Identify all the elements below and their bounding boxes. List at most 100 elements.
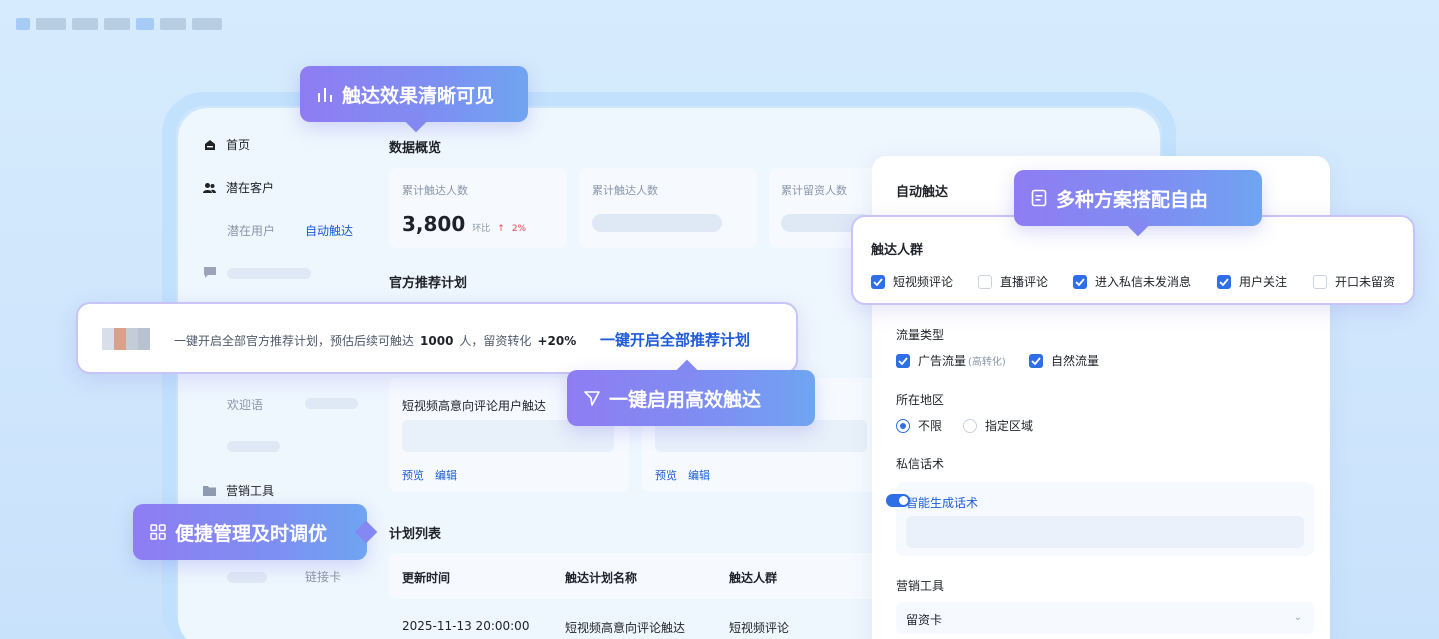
enable-all-plans-button[interactable]: 一键开启全部推荐计划: [600, 329, 750, 350]
checkbox-checked-icon: [1073, 274, 1087, 289]
banner-text-mid: 人，留资转化: [459, 334, 532, 348]
sidebar-item-home[interactable]: 首页: [203, 136, 250, 153]
traffic-type-label: 流量类型: [896, 328, 945, 342]
checkbox-ad-traffic[interactable]: 广告流量 (高转化): [896, 352, 1006, 369]
placeholder-bar: [227, 441, 280, 452]
callout-manage: 便捷管理及时调优: [133, 504, 378, 560]
table-cell: 短视频评论: [729, 621, 790, 635]
edit-link[interactable]: 编辑: [688, 467, 710, 483]
callout-enable: 一键启用高效触达: [567, 359, 815, 426]
brand-logo-blurred: [16, 10, 246, 38]
chevron-down-icon: ⌄: [1293, 612, 1302, 623]
callout-text: 便捷管理及时调优: [175, 522, 328, 545]
script-label: 私信话术: [896, 457, 945, 471]
checkbox-unchecked-icon: [1313, 274, 1327, 289]
table-cell: 2025-11-13 20:00:00: [402, 619, 530, 633]
column-header: 触达人群: [729, 571, 778, 585]
plan-card-title: 短视频高意向评论用户触达: [402, 399, 547, 413]
users-icon: [203, 181, 216, 194]
stat-card-reach-2: 累计触达人数: [579, 168, 757, 248]
sidebar-sub-linkcard[interactable]: 链接卡: [305, 568, 341, 585]
send-icon: [584, 391, 600, 406]
checkbox-checked-icon: [1217, 274, 1231, 289]
stat-card-title: 累计留资人数: [781, 184, 847, 197]
radio-specific-region[interactable]: 指定区域: [963, 417, 1033, 434]
checkbox-no-lead[interactable]: 开口未留资: [1313, 273, 1395, 290]
checkbox-label: 自然流量: [1051, 354, 1100, 368]
checkbox-live-comment[interactable]: 直播评论: [978, 273, 1048, 290]
preview-link[interactable]: 预览: [655, 467, 677, 483]
checkbox-short-video-comment[interactable]: 短视频评论: [871, 273, 953, 290]
banner-conversion: +20%: [537, 334, 577, 348]
checkbox-dm-no-message[interactable]: 进入私信未发消息: [1073, 273, 1191, 290]
checkbox-label: 短视频评论: [893, 275, 954, 289]
column-header: 触达计划名称: [565, 571, 638, 585]
radio-label: 不限: [918, 419, 943, 433]
sidebar-sub-auto-reach[interactable]: 自动触达: [305, 222, 353, 239]
trend-up-icon: ↑: [497, 224, 505, 234]
column-header: 更新时间: [402, 571, 451, 585]
radio-unselected-icon: [963, 418, 977, 433]
stat-value: 3,800: [402, 212, 466, 236]
placeholder-bar: [227, 572, 267, 583]
table-row[interactable]: 2025-11-13 20:00:00 短视频高意向评论触达 短视频评论: [389, 610, 879, 639]
sidebar-sub-potential-users[interactable]: 潜在用户: [227, 222, 275, 239]
stat-card-reach: 累计触达人数 3,800 环比 ↑ 2%: [389, 168, 567, 248]
checkbox-checked-icon: [896, 353, 910, 368]
panel-title: 自动触达: [896, 185, 949, 200]
checkbox-note: (高转化): [968, 357, 1006, 368]
avatar-blurred: [102, 328, 162, 350]
placeholder-bar: [305, 398, 358, 409]
preview-link[interactable]: 预览: [402, 467, 424, 483]
checkbox-natural-traffic[interactable]: 自然流量: [1029, 352, 1099, 369]
message-icon: [204, 267, 216, 281]
table-header: 更新时间 触达计划名称 触达人群: [389, 553, 879, 599]
sidebar-sub-welcome[interactable]: 欢迎语: [227, 396, 263, 413]
banner-text: 一键开启全部官方推荐计划，预估后续可触达: [174, 334, 415, 348]
table-cell: 短视频高意向评论触达: [565, 621, 686, 635]
stat-card-title: 累计触达人数: [402, 184, 468, 197]
callout-effect: 触达效果清晰可见: [300, 66, 528, 133]
checkbox-label: 用户关注: [1239, 275, 1288, 289]
banner-reach-count: 1000: [420, 334, 454, 348]
sidebar-item-customers[interactable]: 潜在客户: [203, 179, 274, 196]
home-icon: [203, 138, 216, 151]
tool-label: 营销工具: [896, 579, 945, 593]
callout-text: 触达效果清晰可见: [342, 84, 495, 107]
radio-unlimited[interactable]: 不限: [896, 417, 942, 434]
checkbox-checked-icon: [871, 274, 885, 289]
checkbox-checked-icon: [1029, 353, 1043, 368]
tool-select[interactable]: 留资卡 ⌄: [896, 602, 1314, 634]
ratio-label: 环比: [472, 224, 491, 234]
sidebar-item-label: 营销工具: [226, 484, 275, 498]
checkbox-label: 进入私信未发消息: [1095, 275, 1192, 289]
document-icon: [1031, 189, 1047, 207]
callout-text: 一键启用高效触达: [609, 388, 762, 411]
recommend-title: 官方推荐计划: [389, 276, 468, 291]
ratio-value: 2%: [511, 224, 527, 234]
stat-card-title: 累计触达人数: [592, 184, 658, 197]
region-label: 所在地区: [896, 393, 945, 407]
callout-plans: 多种方案搭配自由: [1014, 170, 1262, 237]
radio-selected-icon: [896, 418, 910, 433]
checkbox-unchecked-icon: [978, 274, 992, 289]
ai-script-box: 智能生成话术: [886, 482, 1314, 556]
placeholder-bar: [227, 268, 311, 279]
checkbox-label: 开口未留资: [1335, 275, 1396, 289]
sidebar-item-marketing[interactable]: 营销工具: [203, 482, 274, 499]
checkbox-user-follow[interactable]: 用户关注: [1217, 273, 1287, 290]
tool-select-value: 留资卡: [906, 613, 943, 627]
checkbox-label: 直播评论: [1000, 275, 1049, 289]
bar-chart-icon: [318, 88, 332, 102]
plan-list-title: 计划列表: [389, 527, 442, 542]
sidebar-item-label: 首页: [226, 138, 251, 152]
folder-icon: [203, 484, 216, 497]
grid-icon: [150, 524, 166, 540]
radio-label: 指定区域: [985, 419, 1034, 433]
script-text-area[interactable]: [906, 516, 1304, 548]
checkbox-label: 广告流量: [918, 354, 967, 368]
audience-title: 触达人群: [871, 243, 924, 258]
ai-script-toggle[interactable]: [886, 494, 910, 507]
edit-link[interactable]: 编辑: [435, 467, 457, 483]
ai-script-label: 智能生成话术: [906, 496, 979, 510]
